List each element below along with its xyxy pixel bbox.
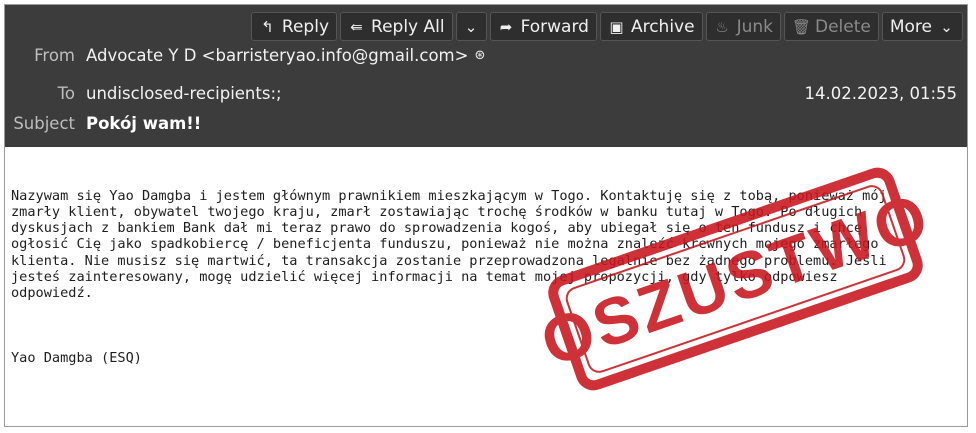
reply-icon: ↰ xyxy=(261,17,274,36)
contact-icon[interactable]: ⊛ xyxy=(474,48,485,63)
from-row: From Advocate Y D <barristeryao.info@gma… xyxy=(5,42,967,68)
forward-icon: ➦ xyxy=(499,17,513,36)
reply-all-label: Reply All xyxy=(371,16,445,37)
message-date: 14.02.2023, 01:55 xyxy=(804,83,957,103)
message-header: ↰ Reply ⇚ Reply All ⌄ ➦ Forward ▣ Archiv… xyxy=(5,5,967,147)
archive-button[interactable]: ▣ Archive xyxy=(599,12,703,41)
more-label: More xyxy=(889,16,932,37)
reply-all-button[interactable]: ⇚ Reply All xyxy=(340,12,453,41)
to-label: To xyxy=(57,83,75,103)
forward-label: Forward xyxy=(520,16,589,37)
chevron-down-icon: ⌄ xyxy=(940,17,953,36)
message-signature: Yao Damgba (ESQ) xyxy=(11,350,142,367)
subject-value: Pokój wam!! xyxy=(86,113,202,133)
subject-row: Subject Pokój wam!! xyxy=(5,110,967,136)
from-address[interactable]: Advocate Y D <barristeryao.info@gmail.co… xyxy=(86,46,468,65)
delete-label: Delete xyxy=(814,16,871,37)
archive-label: Archive xyxy=(630,16,695,37)
reply-all-icon: ⇚ xyxy=(350,17,363,36)
reply-button[interactable]: ↰ Reply xyxy=(250,12,338,41)
archive-icon: ▣ xyxy=(609,17,624,36)
message-toolbar: ↰ Reply ⇚ Reply All ⌄ ➦ Forward ▣ Archiv… xyxy=(250,12,963,42)
more-button[interactable]: More ⌄ xyxy=(881,12,963,41)
trash-icon: 🗑 xyxy=(791,17,812,36)
to-address[interactable]: undisclosed-recipients:; xyxy=(86,84,282,103)
delete-button[interactable]: 🗑 Delete xyxy=(783,12,879,41)
junk-label: Junk xyxy=(736,16,773,37)
from-label: From xyxy=(34,45,75,65)
subject-label: Subject xyxy=(13,113,75,133)
junk-button[interactable]: ♨ Junk xyxy=(705,12,781,41)
email-window: ↰ Reply ⇚ Reply All ⌄ ➦ Forward ▣ Archiv… xyxy=(4,4,968,427)
reply-all-dropdown-button[interactable]: ⌄ xyxy=(455,12,487,41)
reply-label: Reply xyxy=(281,16,330,37)
forward-button[interactable]: ➦ Forward xyxy=(489,12,597,41)
flame-icon: ♨ xyxy=(715,17,729,36)
to-row: To undisclosed-recipients:; 14.02.2023, … xyxy=(5,80,967,106)
chevron-down-icon: ⌄ xyxy=(464,17,478,36)
